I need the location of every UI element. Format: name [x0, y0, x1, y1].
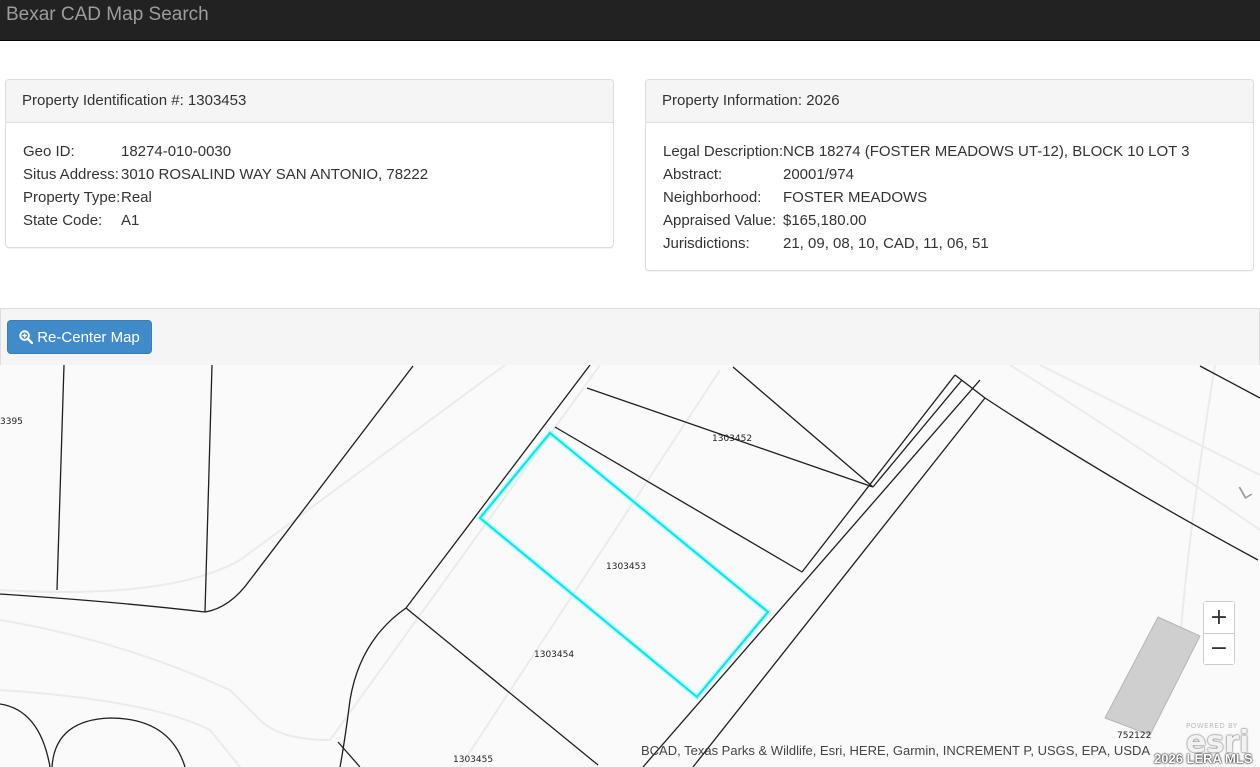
- property-identification-panel: Property Identification #: 1303453 Geo I…: [5, 79, 614, 248]
- app-title[interactable]: Bexar CAD Map Search: [6, 4, 209, 26]
- state-code-value: A1: [121, 212, 140, 229]
- street-name-fragment: L: [1236, 481, 1255, 504]
- field-label: Legal Description:: [663, 143, 784, 160]
- jurisdictions-row: Jurisdictions: 21, 09, 08, 10, CAD, 11, …: [663, 232, 1253, 255]
- building-footprint: [1104, 616, 1201, 736]
- field-label: Jurisdictions:: [663, 235, 750, 252]
- parcel-label-1303454: 1303454: [534, 650, 574, 660]
- neighborhood-value: FOSTER MEADOWS: [783, 189, 928, 206]
- field-label: State Code:: [23, 212, 103, 229]
- abstract-value: 20001/974: [783, 166, 854, 183]
- appraised-value-row: Appraised Value: $165,180.00: [663, 209, 1253, 232]
- legal-description-value: NCB 18274 (FOSTER MEADOWS UT-12), BLOCK …: [783, 143, 1190, 160]
- zoom-in-button[interactable]: +: [1204, 602, 1234, 633]
- parcel-label-1303452: 1303452: [712, 434, 752, 444]
- field-label: Appraised Value:: [663, 212, 777, 229]
- parcel-label-752122: 752122: [1117, 731, 1151, 741]
- mls-watermark: 2026 LERA MLS: [1154, 751, 1253, 766]
- parcel-label-1303455: 1303455: [453, 755, 493, 765]
- parcel-label-3395: 3395: [0, 417, 23, 427]
- zoom-in-magnifier-icon: [19, 330, 34, 344]
- parcel-map[interactable]: 3395 1303452 1303453 1303454 1303455 752…: [0, 365, 1260, 767]
- situs-address-value: 3010 ROSALIND WAY SAN ANTONIO, 78222: [121, 166, 429, 183]
- field-label: Neighborhood:: [663, 189, 762, 206]
- property-identification-heading: Property Identification #: 1303453: [6, 80, 613, 123]
- state-code-row: State Code: A1: [23, 209, 613, 232]
- situs-address-row: Situs Address: 3010 ROSALIND WAY SAN ANT…: [23, 163, 613, 186]
- geo-id-row: Geo ID: 18274-010-0030: [23, 140, 613, 163]
- neighborhood-row: Neighborhood: FOSTER MEADOWS: [663, 186, 1253, 209]
- geo-id-value: 18274-010-0030: [121, 143, 232, 160]
- appraised-value-value: $165,180.00: [783, 212, 867, 229]
- field-label: Geo ID:: [23, 143, 75, 160]
- property-information-panel: Property Information: 2026 Legal Descrip…: [645, 79, 1254, 271]
- jurisdictions-value: 21, 09, 08, 10, CAD, 11, 06, 51: [783, 235, 989, 252]
- abstract-row: Abstract: 20001/974: [663, 163, 1253, 186]
- map-canvas[interactable]: 3395 1303452 1303453 1303454 1303455 752…: [0, 365, 1260, 767]
- property-type-row: Property Type: Real: [23, 186, 613, 209]
- zoom-control: + −: [1203, 601, 1235, 665]
- field-label: Property Type:: [23, 189, 121, 206]
- parcel-label-1303453: 1303453: [606, 562, 646, 572]
- re-center-map-button[interactable]: Re-Center Map: [7, 320, 152, 354]
- field-label: Situs Address:: [23, 166, 119, 183]
- map-attribution: BCAD, Texas Parks & Wildlife, Esri, HERE…: [641, 743, 1151, 758]
- legal-description-row: Legal Description: NCB 18274 (FOSTER MEA…: [663, 140, 1253, 163]
- property-type-value: Real: [121, 189, 152, 206]
- map-toolbar: Re-Center Map: [0, 308, 1260, 366]
- field-label: Abstract:: [663, 166, 723, 183]
- top-navbar: Bexar CAD Map Search: [0, 0, 1260, 41]
- re-center-map-label: Re-Center Map: [37, 328, 140, 346]
- zoom-out-button[interactable]: −: [1204, 633, 1234, 664]
- property-information-heading: Property Information: 2026: [646, 80, 1253, 123]
